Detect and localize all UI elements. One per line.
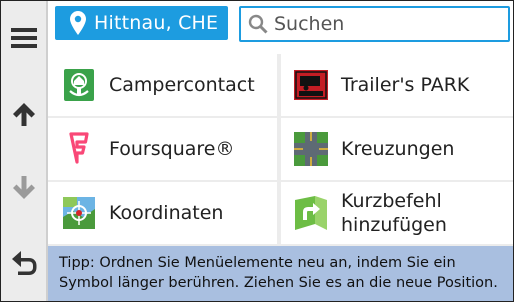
tile-kreuzungen-label: Kreuzungen [341, 138, 455, 160]
tile-kurzbefehl-hinzufuegen[interactable]: Kurzbefehl hinzufügen [281, 182, 513, 244]
tile-foursquare-label: Foursquare® [109, 138, 235, 160]
app-frame: Hittnau, CHE Suchen Campercontact Traile… [0, 0, 514, 302]
tile-kurzbefehl-label-line2: hinzufügen [341, 214, 447, 236]
tile-koordinaten-label: Koordinaten [109, 202, 224, 224]
add-shortcut-icon [295, 196, 327, 230]
search-placeholder: Suchen [274, 13, 345, 35]
arrow-down-icon [12, 176, 35, 199]
tile-koordinaten[interactable]: Koordinaten [48, 182, 277, 244]
tile-trailers-park[interactable]: Trailer's PARK [281, 54, 513, 116]
tile-campercontact[interactable]: Campercontact [48, 54, 277, 116]
tile-trailers-park-label: Trailer's PARK [341, 74, 470, 96]
hamburger-menu-icon [10, 28, 37, 48]
menu-button[interactable] [1, 16, 46, 60]
tip-line-1: Tipp: Ordnen Sie Menüelemente neu an, in… [59, 255, 456, 271]
tip-banner: Tipp: Ordnen Sie Menüelemente neu an, in… [48, 246, 513, 301]
back-button[interactable] [1, 241, 46, 285]
tile-kurzbefehl-label: Kurzbefehl hinzufügen [341, 189, 447, 237]
tile-foursquare[interactable]: Foursquare® [48, 118, 277, 180]
location-pin-icon [70, 11, 86, 35]
location-label: Hittnau, CHE [94, 12, 219, 34]
scroll-up-button[interactable] [1, 92, 46, 136]
tile-campercontact-label: Campercontact [109, 74, 255, 96]
campercontact-icon [64, 69, 94, 101]
coordinates-icon [63, 197, 95, 229]
scroll-down-button[interactable] [1, 166, 46, 210]
tip-line-2: Symbol länger berühren. Ziehen Sie es an… [59, 275, 498, 291]
back-arrow-icon [11, 251, 36, 275]
tile-kurzbefehl-label-line1: Kurzbefehl [341, 190, 442, 212]
search-field[interactable]: Suchen [239, 6, 510, 42]
nav-rail [1, 1, 48, 301]
top-bar: Hittnau, CHE Suchen [48, 1, 513, 47]
intersection-icon [294, 132, 328, 166]
search-icon [248, 14, 268, 34]
tile-kreuzungen[interactable]: Kreuzungen [281, 118, 513, 180]
trailers-park-icon [294, 70, 328, 100]
tools-grid: Campercontact Trailer's PARK Foursquare®… [48, 54, 513, 246]
arrow-up-icon [12, 103, 35, 126]
foursquare-icon [69, 132, 89, 164]
location-button[interactable]: Hittnau, CHE [55, 6, 228, 40]
